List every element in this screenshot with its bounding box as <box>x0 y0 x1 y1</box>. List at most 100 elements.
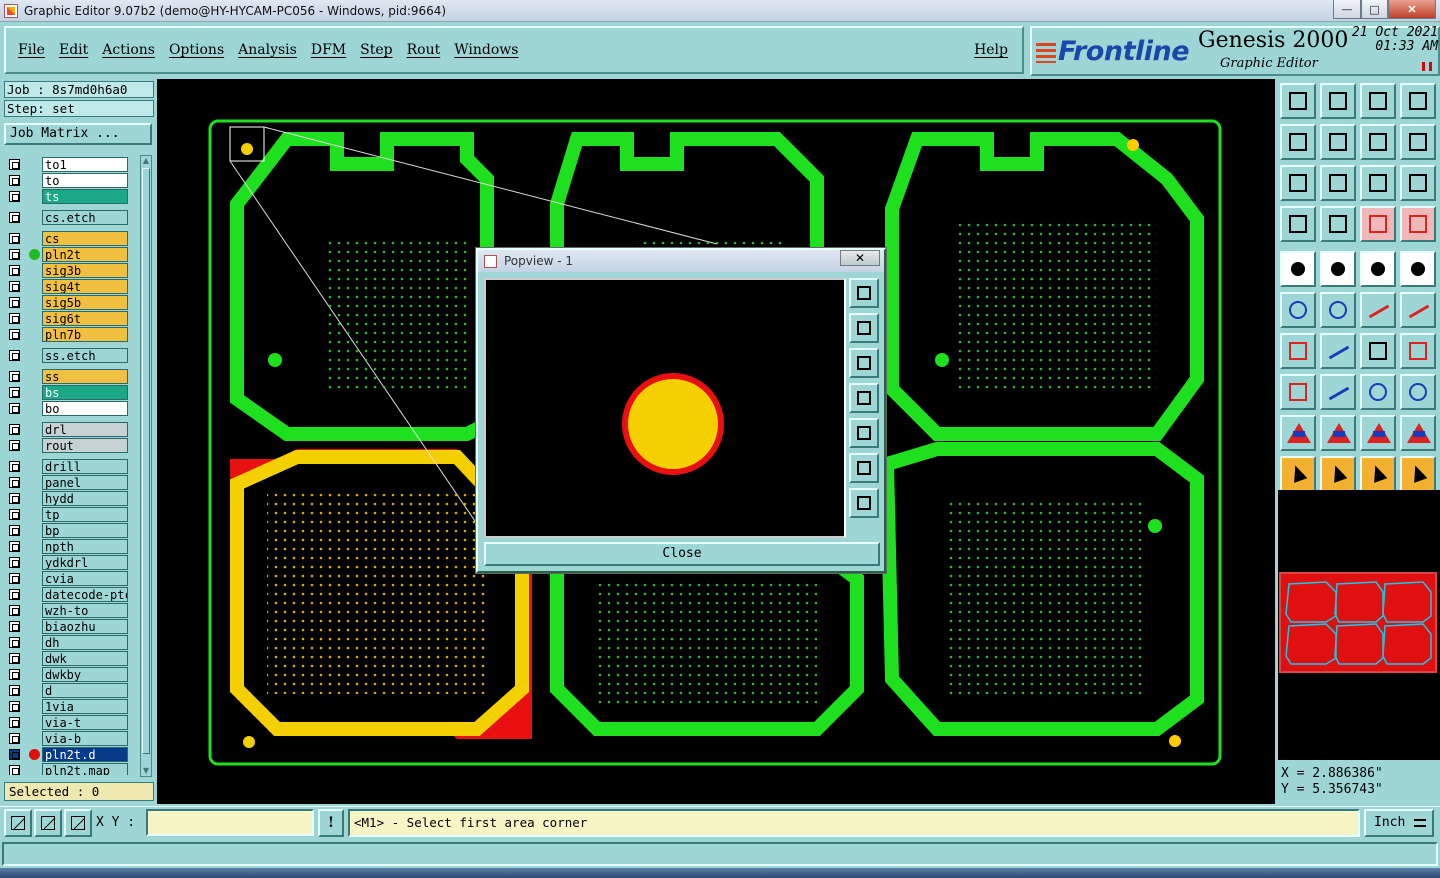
layer-row[interactable]: npth <box>6 539 138 554</box>
layer-checkbox[interactable] <box>9 621 20 632</box>
tool-copy-button[interactable] <box>1400 292 1436 328</box>
tool-window-down-button[interactable] <box>1320 83 1356 119</box>
menu-rout[interactable]: Rout <box>407 42 441 58</box>
tool-cut-line-button[interactable] <box>1320 374 1356 410</box>
layer-name[interactable]: ts <box>42 189 128 204</box>
layer-checkbox[interactable] <box>9 493 20 504</box>
layer-row[interactable]: to1 <box>6 157 138 172</box>
layer-checkbox[interactable] <box>9 191 20 202</box>
layer-row[interactable]: sig5b <box>6 295 138 310</box>
layer-name[interactable]: tp <box>42 507 128 522</box>
layer-checkbox[interactable] <box>9 461 20 472</box>
layer-name[interactable]: bs <box>42 385 128 400</box>
tool-select-lasso-button[interactable] <box>1360 456 1396 492</box>
minimize-button[interactable]: — <box>1333 0 1361 19</box>
menu-edit[interactable]: Edit <box>59 42 88 58</box>
layer-name[interactable]: cs <box>42 231 128 246</box>
layer-row[interactable]: dh <box>6 635 138 650</box>
layer-checkbox[interactable] <box>9 175 20 186</box>
layer-checkbox[interactable] <box>9 265 20 276</box>
layer-name[interactable]: dwk <box>42 651 128 666</box>
layer-row[interactable]: via-b <box>6 731 138 746</box>
layer-checkbox[interactable] <box>9 573 20 584</box>
layer-name[interactable]: wzh-to <box>42 603 128 618</box>
layer-row[interactable]: datecode-ptc <box>6 587 138 602</box>
menu-help[interactable]: Help <box>974 42 1008 58</box>
tool-change-button[interactable] <box>1400 374 1436 410</box>
layer-name[interactable]: pln7b <box>42 327 128 342</box>
tool-mirror-button[interactable] <box>1400 333 1436 369</box>
tool-select-box-button[interactable] <box>1320 456 1356 492</box>
layer-row[interactable]: ts <box>6 189 138 204</box>
layer-name[interactable]: cvia <box>42 571 128 586</box>
layer-scrollbar[interactable]: ▲ ▼ <box>140 155 152 777</box>
tool-delete-feature-button[interactable] <box>1320 292 1356 328</box>
layer-name[interactable]: dwkby <box>42 667 128 682</box>
layer-name[interactable]: pln2t.map <box>42 763 128 775</box>
tool-connect-button[interactable] <box>1280 292 1316 328</box>
layer-row[interactable]: ss.etch <box>6 348 138 363</box>
units-selector[interactable]: Inch <box>1364 809 1434 837</box>
pause-icon[interactable] <box>1422 62 1432 71</box>
layer-name[interactable]: biaozhu <box>42 619 128 634</box>
layer-row[interactable]: wzh-to <box>6 603 138 618</box>
layer-name[interactable]: pln2t <box>42 247 128 262</box>
menu-windows[interactable]: Windows <box>454 42 518 58</box>
layer-name[interactable]: sig6t <box>42 311 128 326</box>
layer-checkbox[interactable] <box>9 653 20 664</box>
layer-name[interactable]: sig3b <box>42 263 128 278</box>
tool-select-net-button[interactable] <box>1400 456 1436 492</box>
layer-name[interactable]: sig4t <box>42 279 128 294</box>
layer-row[interactable]: via-t <box>6 715 138 730</box>
grid-button[interactable] <box>64 809 92 837</box>
layer-name[interactable]: npth <box>42 539 128 554</box>
tool-tri-d-button[interactable] <box>1400 415 1436 451</box>
menu-actions[interactable]: Actions <box>102 42 155 58</box>
layer-checkbox[interactable] <box>9 589 20 600</box>
snap-button[interactable] <box>4 809 32 837</box>
tool-select-arrow-button[interactable] <box>1280 456 1316 492</box>
layer-checkbox[interactable] <box>9 329 20 340</box>
layer-checkbox[interactable] <box>9 297 20 308</box>
tool-view-fit-button[interactable] <box>1400 83 1436 119</box>
layer-row[interactable]: bp <box>6 523 138 538</box>
layer-display-indicator[interactable] <box>29 249 40 260</box>
tool-edit-line-button[interactable] <box>1320 333 1356 369</box>
tool-add-line-button[interactable] <box>1320 251 1356 287</box>
layer-display-indicator[interactable] <box>29 749 40 760</box>
layer-row[interactable]: pln7b <box>6 327 138 342</box>
layer-checkbox[interactable] <box>9 403 20 414</box>
maximize-button[interactable]: □ <box>1361 0 1388 19</box>
layer-row[interactable]: biaozhu <box>6 619 138 634</box>
layer-name[interactable]: via-b <box>42 731 128 746</box>
layer-row[interactable]: cs <box>6 231 138 246</box>
layer-row[interactable]: ss <box>6 369 138 384</box>
layer-checkbox[interactable] <box>9 765 20 775</box>
layer-checkbox[interactable] <box>9 509 20 520</box>
tool-help-query-button[interactable] <box>1400 165 1436 201</box>
layer-checkbox[interactable] <box>9 637 20 648</box>
popview-canvas[interactable] <box>484 278 846 538</box>
layer-row[interactable]: cs.etch <box>6 210 138 225</box>
job-matrix-button[interactable]: Job Matrix ... <box>4 123 152 145</box>
menu-analysis[interactable]: Analysis <box>238 42 297 58</box>
layer-checkbox[interactable] <box>9 557 20 568</box>
layer-checkbox[interactable] <box>9 233 20 244</box>
layer-checkbox[interactable] <box>9 669 20 680</box>
tool-layers-a-button[interactable] <box>1360 206 1396 242</box>
layer-row[interactable]: pln2t.map <box>6 763 138 775</box>
layer-checkbox[interactable] <box>9 440 20 451</box>
layer-checkbox[interactable] <box>9 525 20 536</box>
popview-pan-down-button[interactable] <box>849 348 879 378</box>
scroll-thumb[interactable] <box>142 168 150 754</box>
layer-name[interactable]: to1 <box>42 157 128 172</box>
layer-checkbox[interactable] <box>9 313 20 324</box>
tool-tri-c-button[interactable] <box>1360 415 1396 451</box>
tool-window-up-button[interactable] <box>1280 83 1316 119</box>
layer-name[interactable]: rout <box>42 438 128 453</box>
layer-checkbox[interactable] <box>9 749 20 760</box>
popview-close-button[interactable]: Close <box>484 542 880 566</box>
tool-resize-button[interactable] <box>1360 374 1396 410</box>
layer-checkbox[interactable] <box>9 733 20 744</box>
layer-name[interactable]: pln2t.d <box>42 747 128 762</box>
